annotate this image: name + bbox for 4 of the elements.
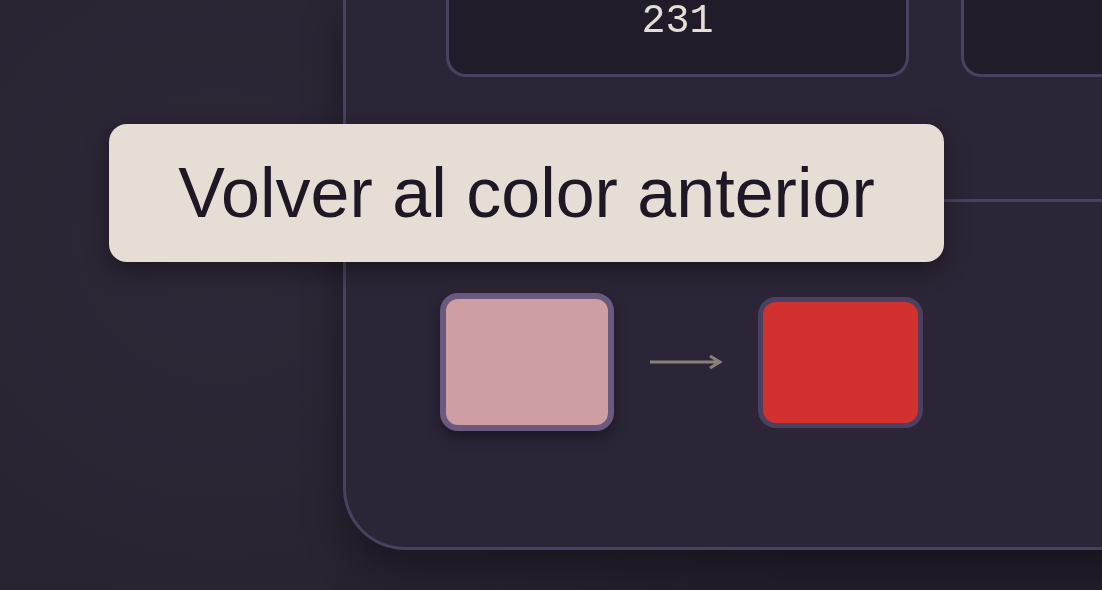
previous-color-swatch[interactable] <box>440 293 614 431</box>
arrow-icon <box>650 355 722 369</box>
value-display: 231 <box>446 0 909 77</box>
tooltip: Volver al color anterior <box>109 124 944 262</box>
